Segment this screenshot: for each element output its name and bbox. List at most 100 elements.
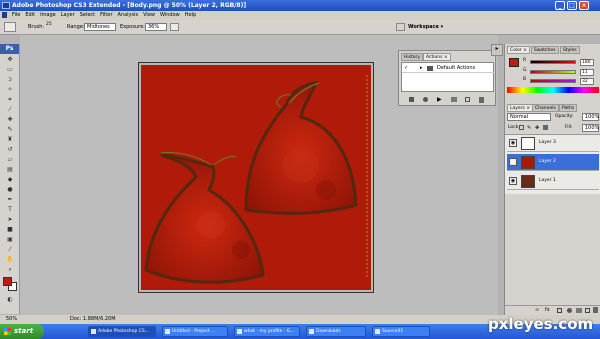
magic-wand-tool-icon[interactable]: ✧ (5, 86, 15, 94)
blue-value[interactable]: 32 (580, 78, 594, 85)
menu-file[interactable]: File (12, 11, 20, 20)
zoom-tool-icon[interactable]: ⌕ (5, 266, 15, 274)
tab-layers[interactable]: Layers × (507, 104, 534, 112)
red-value[interactable]: 180 (580, 59, 594, 66)
tab-swatches[interactable]: Swatches (531, 46, 559, 54)
quick-mask-icon[interactable]: ◐ (5, 296, 15, 304)
gradient-tool-icon[interactable]: ▤ (5, 166, 15, 174)
zoom-level[interactable]: 50% (6, 315, 17, 324)
document-canvas[interactable] (141, 65, 371, 290)
history-brush-tool-icon[interactable]: ↺ (5, 146, 15, 154)
opacity-input[interactable]: 100% (582, 113, 599, 121)
record-icon[interactable] (423, 97, 428, 102)
action-set-row[interactable]: ✓ ▸ Default Actions (402, 64, 494, 73)
expand-arrow-icon[interactable]: ▸ (420, 65, 423, 71)
crop-tool-icon[interactable]: ⌗ (5, 96, 15, 104)
blend-mode-select[interactable]: Normal (507, 113, 551, 121)
menu-image[interactable]: Image (40, 11, 56, 20)
minimize-button[interactable]: _ (555, 1, 565, 10)
tab-paths[interactable]: Paths (559, 104, 578, 112)
adjustment-layer-icon[interactable] (567, 308, 572, 313)
eraser-tool-icon[interactable]: ▱ (5, 156, 15, 164)
hand-tool-icon[interactable]: ✋ (5, 256, 15, 264)
foreground-color-swatch[interactable] (3, 277, 12, 286)
tab-channels[interactable]: Channels (532, 104, 559, 112)
notes-tool-icon[interactable]: ▣ (5, 236, 15, 244)
lock-all-icon[interactable] (543, 125, 548, 130)
eyedropper-sample-tool-icon[interactable]: ⁄ (5, 246, 15, 254)
path-selection-tool-icon[interactable]: ➤ (5, 216, 15, 224)
menu-window[interactable]: Window (160, 11, 180, 20)
type-tool-icon[interactable]: T (5, 206, 15, 214)
lock-pixels-icon[interactable]: ✎ (527, 125, 531, 131)
layer-mask-icon[interactable] (557, 308, 562, 313)
tab-styles[interactable]: Styles (560, 46, 580, 54)
color-fg-swatch[interactable] (509, 58, 519, 67)
tab-actions[interactable]: Actions × (423, 53, 451, 61)
menu-view[interactable]: View (143, 11, 155, 20)
shape-tool-icon[interactable]: ■ (5, 226, 15, 234)
marquee-tool-icon[interactable]: ▭ (5, 66, 15, 74)
task-untitled-project[interactable]: Untitled - Project ... (162, 326, 228, 337)
move-tool-icon[interactable]: ✥ (5, 56, 15, 64)
exposure-input[interactable]: 36% (145, 23, 167, 31)
new-set-icon[interactable] (451, 97, 457, 102)
task-source01[interactable]: Source01 (372, 326, 430, 337)
photoshop-app-icon (2, 2, 10, 9)
new-action-icon[interactable] (465, 97, 470, 102)
menu-analysis[interactable]: Analysis (118, 11, 139, 20)
tab-history[interactable]: History (401, 53, 424, 61)
menu-layer[interactable]: Layer (61, 11, 75, 20)
clone-stamp-tool-icon[interactable]: ♜ (5, 136, 15, 144)
close-button[interactable]: × (579, 1, 589, 10)
range-select[interactable]: Midtones (84, 23, 116, 31)
new-group-icon[interactable] (576, 308, 582, 313)
layer-style-icon[interactable]: fx (545, 307, 550, 313)
workspace-menu[interactable]: Workspace ▾ (408, 24, 443, 30)
layer-row-1[interactable]: ◉ Layer 1 (507, 173, 599, 190)
dock-collapse-icon[interactable]: ▸ (491, 44, 503, 56)
menu-select[interactable]: Select (80, 11, 95, 20)
dodge-tool-icon[interactable]: ● (5, 186, 15, 194)
eyedropper-tool-icon[interactable]: ⁄ (5, 106, 15, 114)
check-icon[interactable]: ✓ (404, 65, 408, 71)
task-photoshop[interactable]: Adobe Photoshop CS... (88, 326, 156, 337)
ps-menu-icon[interactable] (2, 12, 7, 18)
red-slider[interactable] (530, 60, 576, 64)
blur-tool-icon[interactable]: ◆ (5, 176, 15, 184)
airbrush-toggle-icon[interactable] (170, 23, 179, 31)
lock-position-icon[interactable]: ✥ (535, 125, 539, 131)
fill-input[interactable]: 100% (582, 124, 599, 132)
blue-slider[interactable] (530, 79, 576, 83)
menu-help[interactable]: Help (185, 11, 196, 20)
stop-icon[interactable] (409, 97, 414, 102)
delete-layer-icon[interactable] (593, 307, 598, 313)
layer-row-2-selected[interactable]: ◉ Layer 2 (507, 154, 599, 171)
pen-tool-icon[interactable]: ✒ (5, 196, 15, 204)
new-layer-icon[interactable] (585, 308, 590, 313)
menu-edit[interactable]: Edit (25, 11, 35, 20)
start-button[interactable]: start (0, 324, 44, 339)
healing-brush-tool-icon[interactable]: ✚ (5, 116, 15, 124)
play-icon[interactable]: ▶ (437, 96, 442, 103)
lasso-tool-icon[interactable]: ↄ (5, 76, 15, 84)
brush-tool-icon[interactable]: ✎ (5, 126, 15, 134)
task-my-profile[interactable]: what - my profile - G... (234, 326, 300, 337)
visibility-eye-icon[interactable]: ◉ (509, 139, 517, 147)
tool-preset-icon[interactable] (4, 22, 16, 32)
delete-icon[interactable] (479, 97, 484, 103)
visibility-eye-icon[interactable]: ◉ (509, 177, 517, 185)
brush-size-value[interactable]: 25 (46, 22, 52, 27)
layer-row-3[interactable]: ◉ Layer 3 (507, 135, 599, 152)
green-value[interactable]: 11 (580, 69, 594, 76)
tab-color[interactable]: Color × (507, 46, 530, 54)
task-downloads[interactable]: Downloads (306, 326, 366, 337)
visibility-eye-icon[interactable]: ◉ (509, 158, 517, 166)
lock-transparency-icon[interactable] (519, 125, 524, 130)
color-ramp[interactable] (507, 87, 599, 93)
menu-filter[interactable]: Filter (100, 11, 112, 20)
link-layers-icon[interactable]: ∞ (535, 307, 539, 313)
bridge-icon[interactable] (396, 23, 405, 31)
green-slider[interactable] (530, 70, 576, 74)
maximize-button[interactable]: □ (567, 1, 577, 10)
